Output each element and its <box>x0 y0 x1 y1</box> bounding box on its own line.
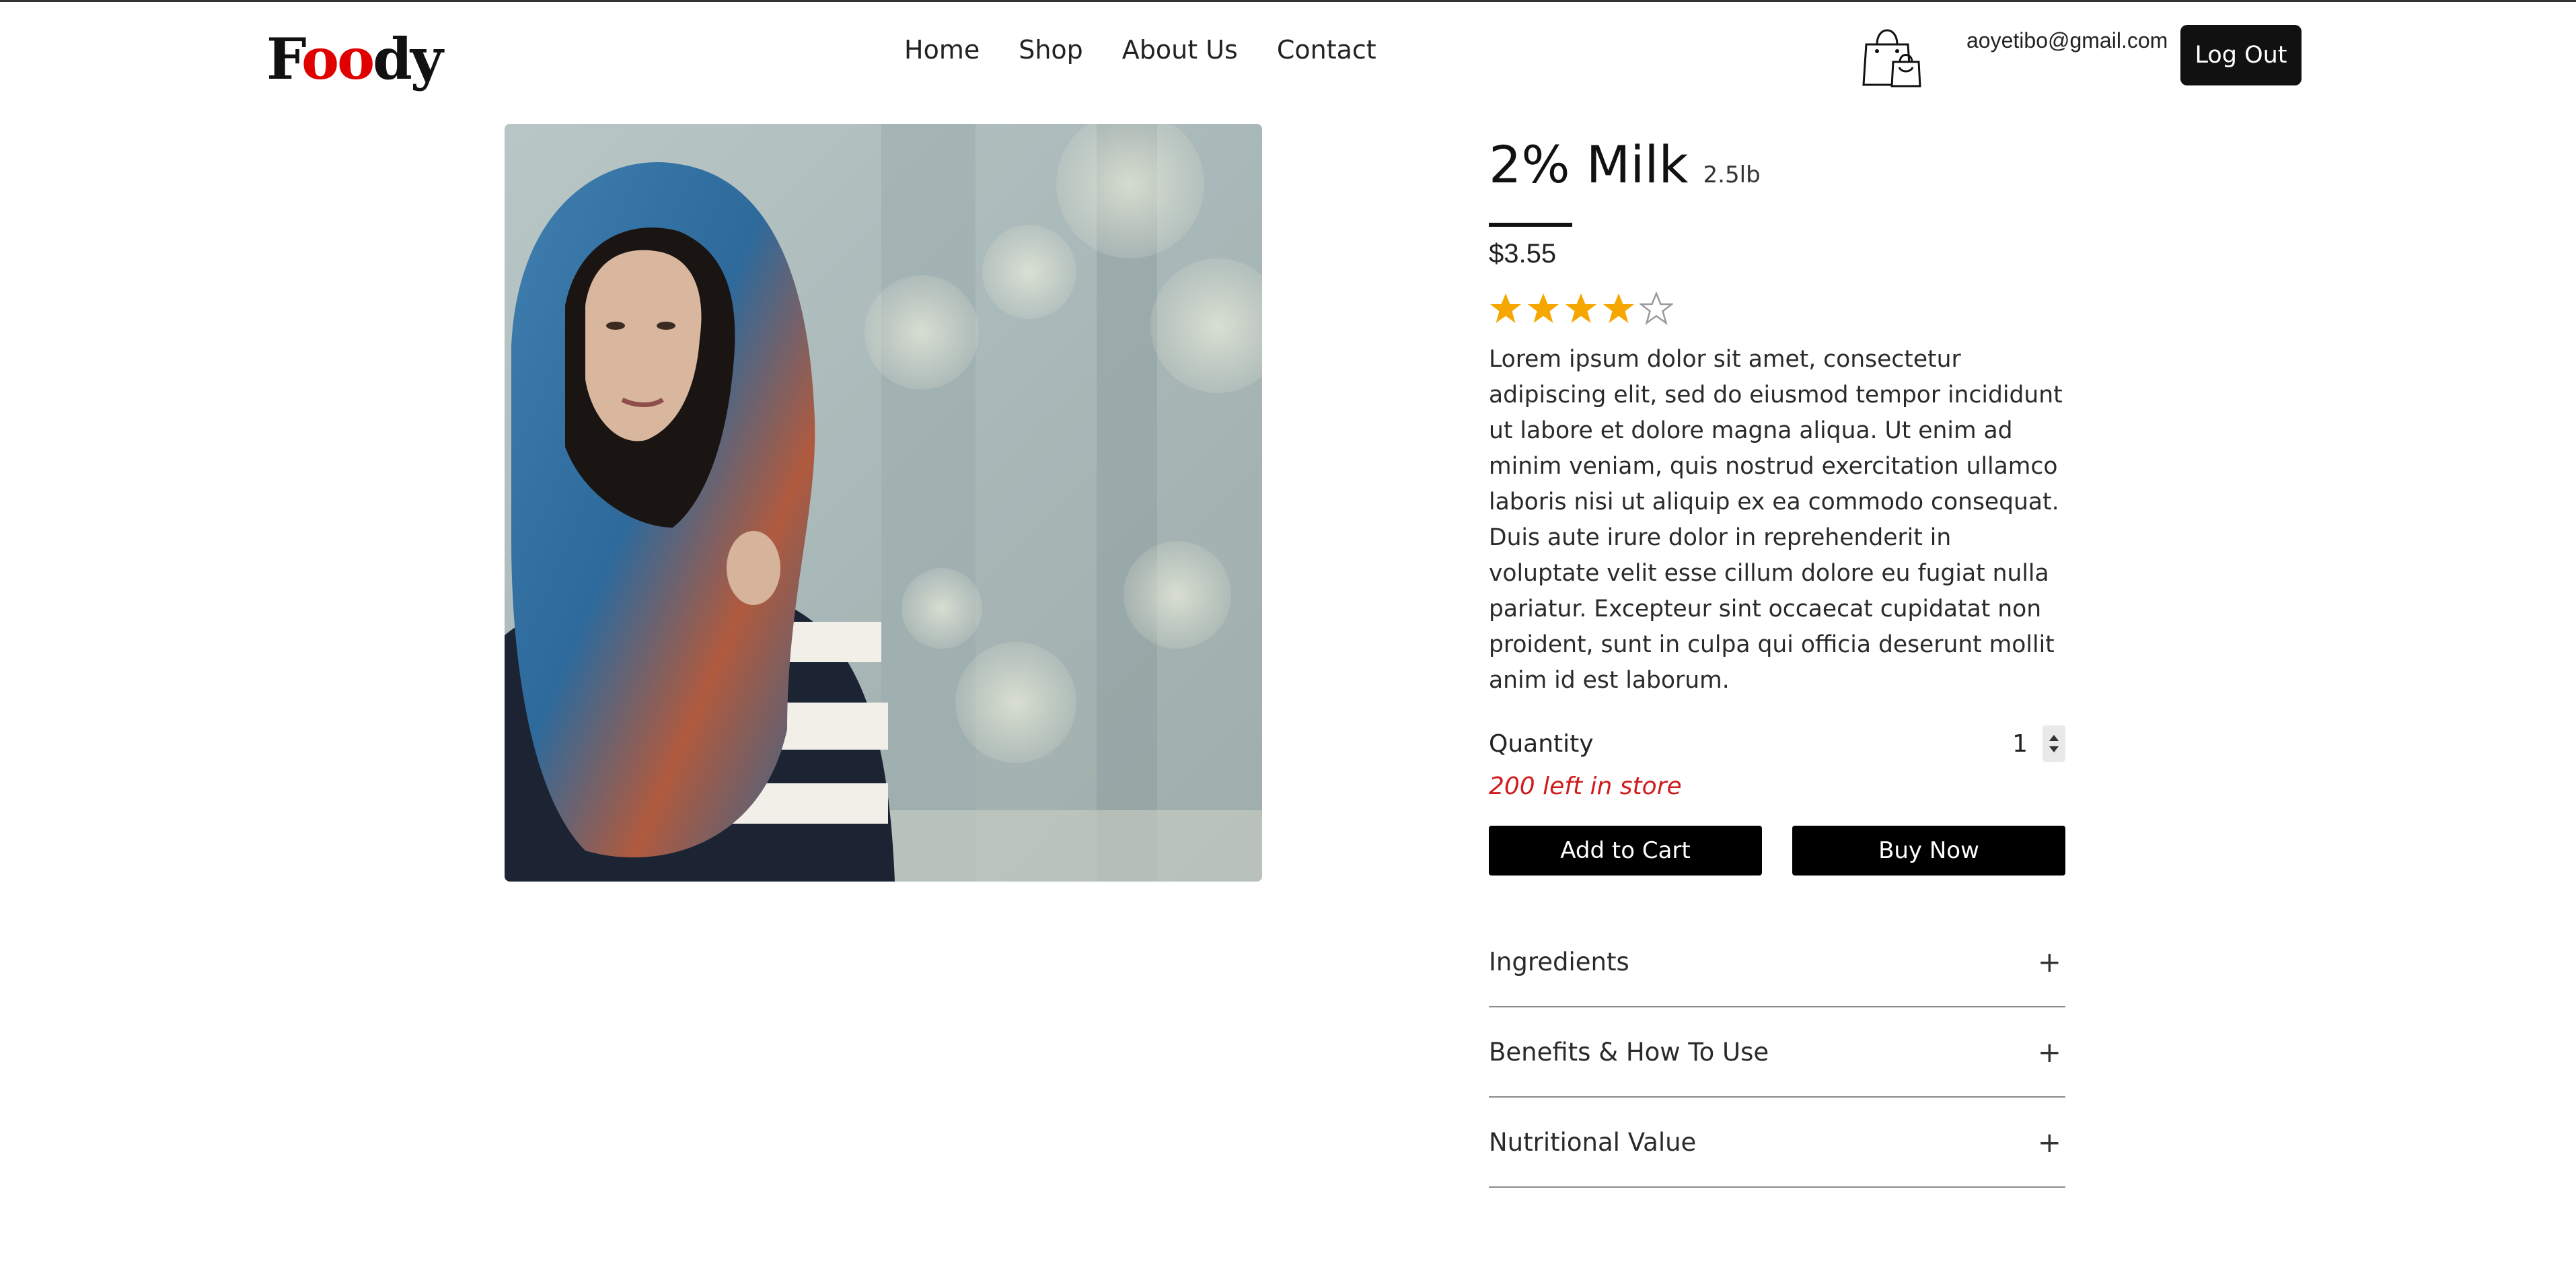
user-email: aoyetibo@gmail.com <box>1966 28 2168 52</box>
nav-about-us[interactable]: About Us <box>1122 35 1238 65</box>
product-size: 2.5lb <box>1703 162 1761 188</box>
plus-icon[interactable]: + <box>2038 1126 2061 1159</box>
accordion-nutritional-value[interactable]: Nutritional Value + <box>1489 1098 2065 1188</box>
logout-button[interactable]: Log Out <box>2180 25 2302 85</box>
stepper-buttons <box>2043 725 2065 762</box>
nav-shop[interactable]: Shop <box>1019 35 1083 65</box>
product-description: Lorem ipsum dolor sit amet, consectetur … <box>1489 346 2063 694</box>
main-nav: Home Shop About Us Contact <box>904 35 1376 65</box>
star-empty-icon <box>1640 292 1673 326</box>
accordion-label: Nutritional Value <box>1489 1127 1697 1157</box>
buy-now-button[interactable]: Buy Now <box>1792 826 2065 876</box>
accordion-benefits[interactable]: Benefits & How To Use + <box>1489 1007 2065 1098</box>
accordion-label: Benefits & How To Use <box>1489 1037 1769 1067</box>
top-border <box>0 0 2576 2</box>
star-filled-icon <box>1566 293 1596 323</box>
product-accordion: Ingredients + Benefits & How To Use + Nu… <box>1489 917 2065 1188</box>
title-row: 2% Milk 2.5lb <box>1489 135 2065 194</box>
stock-status: 200 left in store <box>1489 773 1682 800</box>
product-title: 2% Milk <box>1489 135 1689 194</box>
add-to-cart-button[interactable]: Add to Cart <box>1489 826 1762 876</box>
product-image <box>505 124 1262 882</box>
title-divider <box>1489 223 1572 227</box>
nav-home[interactable]: Home <box>904 35 980 65</box>
star-filled-icon <box>1603 293 1634 323</box>
accordion-ingredients[interactable]: Ingredients + <box>1489 917 2065 1007</box>
star-filled-icon <box>1528 293 1559 323</box>
decrement-icon[interactable] <box>2049 746 2059 752</box>
product-price: $3.55 <box>1489 239 1557 269</box>
increment-icon[interactable] <box>2049 735 2059 741</box>
star-filled-icon <box>1490 293 1521 323</box>
quantity-label: Quantity <box>1489 729 1594 758</box>
quantity-stepper[interactable]: 1 <box>2012 725 2065 762</box>
quantity-row: Quantity 1 <box>1489 725 2065 762</box>
plus-icon[interactable]: + <box>2038 945 2061 978</box>
nav-contact[interactable]: Contact <box>1277 35 1376 65</box>
plus-icon[interactable]: + <box>2038 1036 2061 1069</box>
action-buttons: Add to Cart Buy Now <box>1489 826 2065 876</box>
rating-stars <box>1489 292 2065 326</box>
quantity-value[interactable]: 1 <box>2012 730 2028 758</box>
accordion-label: Ingredients <box>1489 947 1629 976</box>
shopping-bag-icon[interactable] <box>1861 20 1923 87</box>
product-details: 2% Milk 2.5lb $3.55 Lorem ipsum dolor si… <box>1489 135 2065 1188</box>
logo[interactable]: Foody <box>266 26 443 93</box>
